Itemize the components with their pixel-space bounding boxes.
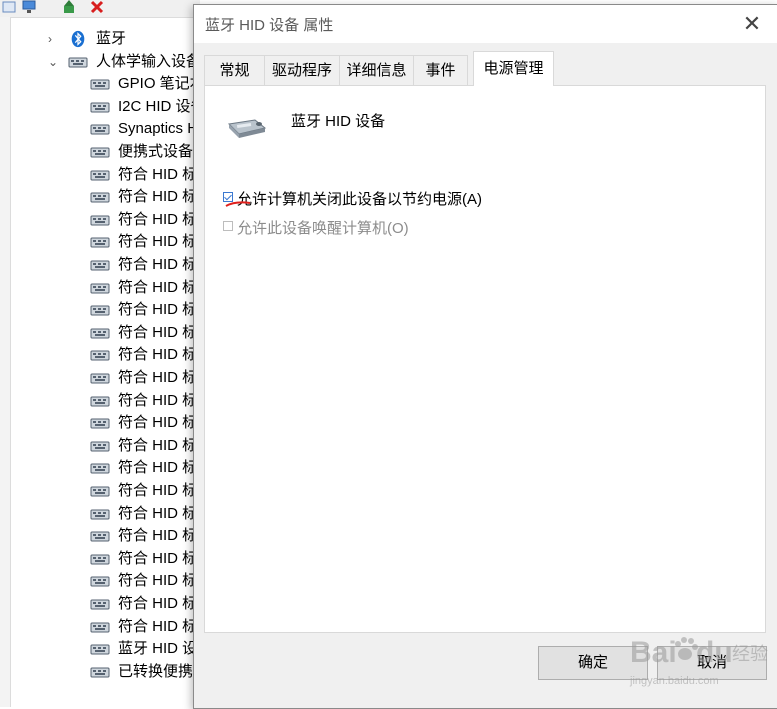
hid-device-icon xyxy=(90,305,110,316)
hid-device-icon xyxy=(90,531,110,542)
tab-details[interactable]: 详细信息 xyxy=(339,55,414,85)
hid-device-icon xyxy=(90,554,110,565)
hid-device-icon xyxy=(90,576,110,587)
bluetooth-hid-device-icon xyxy=(227,119,267,138)
chevron-down-icon[interactable]: ⌄ xyxy=(48,51,60,73)
tree-item-label: 符合 HID 标 xyxy=(118,459,198,477)
tree-item-label: 符合 HID 标 xyxy=(118,482,198,499)
hid-device-icon xyxy=(90,79,110,90)
hid-device-icon xyxy=(90,622,110,633)
tree-item-label: 蓝牙 HID 设 xyxy=(118,640,198,658)
hid-device-icon xyxy=(90,328,110,339)
watermark-url: jingyan.baidu.com xyxy=(629,675,719,687)
tree-item-label: 符合 HID 标 xyxy=(118,256,198,273)
watermark-suffix: 经验 xyxy=(732,644,768,665)
tree-item-label: 符合 HID 标 xyxy=(118,346,198,364)
allow-power-off-label[interactable]: 允许计算机关闭此设备以节约电源(A) xyxy=(237,188,482,209)
tab-label: 常规 xyxy=(219,62,250,79)
tree-item-label: 符合 HID 标 xyxy=(118,391,198,409)
tab-label: 驱动程序 xyxy=(271,62,332,79)
tree-item-label: 符合 HID 标 xyxy=(118,572,198,590)
hid-device-icon xyxy=(90,147,110,158)
power-management-panel: 蓝牙 HID 设备 允许计算机关闭此设备以节约电源(A) 允许此设备唤醒计算机(… xyxy=(204,85,766,633)
tree-item-label: 符合 HID 标 xyxy=(118,617,198,635)
tree-item-label: 符合 HID 标 xyxy=(118,165,198,183)
hid-device-icon xyxy=(90,396,110,407)
hid-device-icon xyxy=(90,283,110,294)
allow-wake-checkbox xyxy=(223,221,233,231)
tree-item-label: 符合 HID 标 xyxy=(118,414,198,432)
tree-item-label: 符合 HID 标 xyxy=(118,549,198,567)
toolbar-update-driver-icon[interactable] xyxy=(62,0,76,14)
hid-device-icon xyxy=(90,192,110,203)
watermark-brand-2: du xyxy=(696,636,733,669)
hid-device-icon xyxy=(90,463,110,474)
hid-device-icon xyxy=(90,441,110,452)
dialog-title: 蓝牙 HID 设备 属性 xyxy=(205,17,334,34)
properties-dialog: 蓝牙 HID 设备 属性 ✕ 常规 驱动程序 详细信息 事件 电源管理 蓝牙 H… xyxy=(193,4,777,709)
tree-item-label: 符合 HID 标 xyxy=(118,301,198,319)
bluetooth-icon xyxy=(71,30,85,48)
left-scroll-gutter xyxy=(0,17,11,707)
red-annotation-underline xyxy=(225,201,251,207)
hid-device-icon xyxy=(90,644,110,655)
tree-item-label: Synaptics H xyxy=(118,120,199,138)
toolbar-properties-icon[interactable] xyxy=(2,0,16,14)
paw-icon xyxy=(675,637,698,660)
hid-device-icon xyxy=(90,170,110,181)
tree-item-label: 人体学输入设备 xyxy=(96,52,202,70)
hid-device-icon xyxy=(90,124,110,135)
tree-item-label: 符合 HID 标 xyxy=(118,595,198,612)
hid-device-icon xyxy=(90,373,110,384)
baidu-jingyan-watermark: Bai du 经验 jingyan.baidu.com xyxy=(629,636,768,687)
hid-device-icon xyxy=(90,599,110,610)
hid-device-icon xyxy=(90,237,110,248)
tree-item-label: 符合 HID 标 xyxy=(118,188,198,206)
close-icon: ✕ xyxy=(742,11,762,36)
hid-device-icon xyxy=(90,215,110,226)
tree-item-label: 符合 HID 标 xyxy=(118,210,198,228)
tab-label: 事件 xyxy=(425,62,456,79)
tab-events[interactable]: 事件 xyxy=(413,55,468,85)
close-button[interactable]: ✕ xyxy=(732,7,772,41)
hid-device-icon xyxy=(90,260,110,271)
hid-device-icon xyxy=(68,57,88,68)
tree-item-label: 符合 HID 标 xyxy=(118,527,198,545)
tree-item-label: 符合 HID 标 xyxy=(118,436,198,454)
hid-device-icon xyxy=(90,418,110,429)
watermark-brand: Bai xyxy=(630,636,677,669)
hid-device-icon xyxy=(90,486,110,497)
allow-wake-label: 允许此设备唤醒计算机(O) xyxy=(237,220,409,237)
tab-label: 电源管理 xyxy=(483,60,544,77)
toolbar-uninstall-icon[interactable] xyxy=(90,0,104,14)
tree-item-label: 符合 HID 标 xyxy=(118,369,198,386)
device-name: 蓝牙 HID 设备 xyxy=(291,113,386,130)
tree-item-label: 符合 HID 标 xyxy=(118,504,198,522)
tree-item-label: 符合 HID 标 xyxy=(118,278,198,296)
tab-general[interactable]: 常规 xyxy=(204,55,265,85)
hid-device-icon xyxy=(90,509,110,520)
tab-driver[interactable]: 驱动程序 xyxy=(264,55,340,85)
tree-item-label: 符合 HID 标 xyxy=(118,323,198,341)
hid-device-icon xyxy=(90,667,110,678)
tree-item-label: GPIO 笔记本 xyxy=(118,75,205,93)
hid-device-icon xyxy=(90,350,110,361)
tab-power-management[interactable]: 电源管理 xyxy=(473,51,554,86)
tree-item-label: 便携式设备 xyxy=(118,143,194,160)
tab-label: 详细信息 xyxy=(346,62,407,79)
chevron-right-icon[interactable]: › xyxy=(48,28,60,50)
hid-device-icon xyxy=(90,102,110,113)
device-manager-toolbar xyxy=(0,0,200,18)
tree-item-label: 符合 HID 标 xyxy=(118,233,198,251)
dialog-titlebar[interactable]: 蓝牙 HID 设备 属性 ✕ xyxy=(194,5,777,43)
toolbar-monitor-icon[interactable] xyxy=(22,0,36,14)
tree-item-label: 蓝牙 xyxy=(96,30,127,47)
